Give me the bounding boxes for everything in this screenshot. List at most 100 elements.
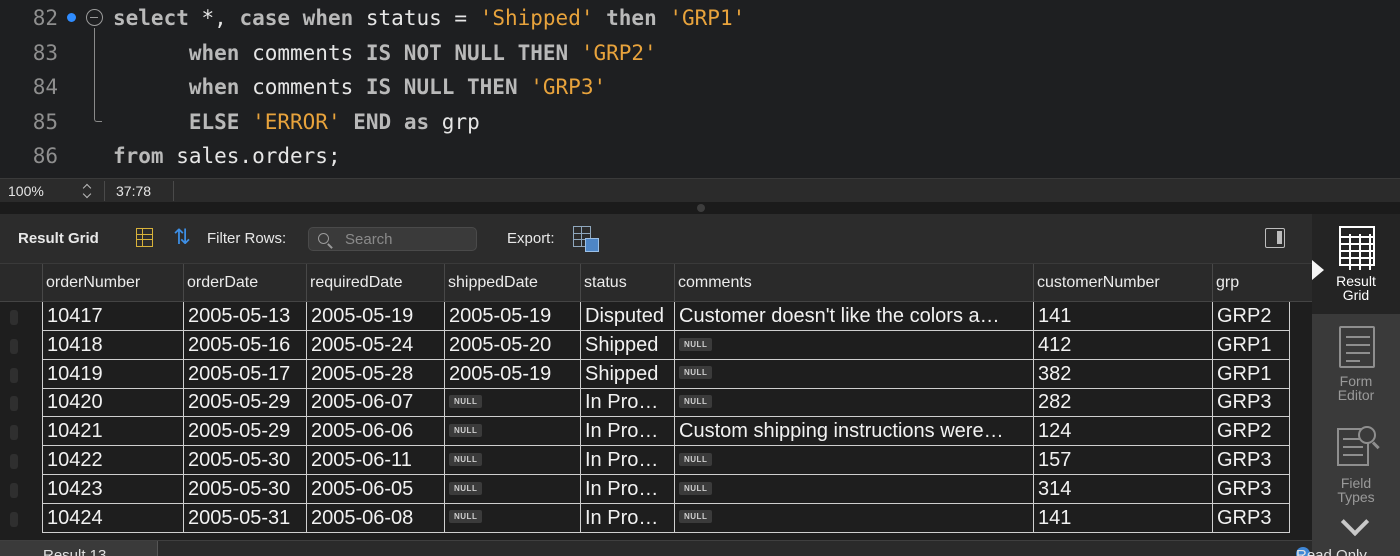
filter-search-box[interactable]: [308, 227, 477, 251]
table-row[interactable]: 10421 2005-05-29 2005-06-06 NULL In Pro… Cust…: [0, 417, 1312, 447]
cell-requiredDate[interactable]: 2005-05-28: [306, 359, 444, 389]
row-selector[interactable]: [10, 310, 18, 325]
cell-status[interactable]: In Pro…: [580, 388, 674, 418]
cell-status[interactable]: Shipped: [580, 359, 674, 389]
cell-shippedDate[interactable]: NULL: [444, 503, 580, 533]
cell-grp[interactable]: GRP2: [1212, 417, 1290, 447]
cell-comments[interactable]: NULL: [674, 359, 1033, 389]
code-line[interactable]: 86 from sales.orders;: [0, 139, 1400, 173]
cell-shippedDate[interactable]: NULL: [444, 446, 580, 475]
cell-customerNumber[interactable]: 412: [1033, 330, 1212, 360]
export-icon[interactable]: [573, 226, 599, 252]
cell-customerNumber[interactable]: 141: [1033, 503, 1212, 533]
filter-search-input[interactable]: [345, 230, 473, 248]
cell-orderDate[interactable]: 2005-05-29: [183, 417, 306, 447]
cell-grp[interactable]: GRP3: [1212, 474, 1290, 504]
cell-comments[interactable]: Custom shipping instructions were…: [674, 417, 1033, 447]
cell-customerNumber[interactable]: 382: [1033, 359, 1212, 389]
cell-grp[interactable]: GRP3: [1212, 503, 1290, 533]
result-tab[interactable]: Result 13: [0, 541, 158, 556]
cell-status[interactable]: Disputed: [580, 302, 674, 331]
cell-orderDate[interactable]: 2005-05-30: [183, 474, 306, 504]
cell-grp[interactable]: GRP1: [1212, 359, 1290, 389]
row-selector[interactable]: [10, 396, 18, 412]
sql-editor[interactable]: 82 select *, case when status = 'Shipped'…: [0, 0, 1400, 178]
cell-comments[interactable]: NULL: [674, 503, 1033, 533]
cell-customerNumber[interactable]: 314: [1033, 474, 1212, 504]
cell-status[interactable]: In Pro…: [580, 503, 674, 533]
zoom-stepper-icon[interactable]: [82, 182, 94, 200]
row-selector[interactable]: [10, 338, 18, 354]
cell-orderNumber[interactable]: 10422: [42, 446, 183, 475]
cell-customerNumber[interactable]: 141: [1033, 302, 1212, 331]
cell-orderDate[interactable]: 2005-05-16: [183, 330, 306, 360]
cell-orderDate[interactable]: 2005-05-30: [183, 446, 306, 475]
cell-requiredDate[interactable]: 2005-06-08: [306, 503, 444, 533]
result-grid-view-button[interactable]: Result Grid: [1312, 214, 1400, 314]
cell-shippedDate[interactable]: 2005-05-19: [444, 359, 580, 389]
cell-orderNumber[interactable]: 10418: [42, 330, 183, 360]
column-header-grp[interactable]: grp: [1212, 264, 1312, 302]
cell-requiredDate[interactable]: 2005-06-11: [306, 446, 444, 475]
row-selector[interactable]: [10, 482, 18, 498]
table-row[interactable]: 10417 2005-05-13 2005-05-19 2005-05-19 Dispu…: [0, 302, 1312, 331]
cell-comments[interactable]: NULL: [674, 474, 1033, 504]
result-grid[interactable]: orderNumber orderDate requiredDate shippedD…: [0, 264, 1312, 540]
cell-orderNumber[interactable]: 10424: [42, 503, 183, 533]
cell-grp[interactable]: GRP2: [1212, 302, 1290, 331]
cell-orderNumber[interactable]: 10420: [42, 388, 183, 418]
zoom-level[interactable]: 100%: [8, 183, 44, 199]
cell-requiredDate[interactable]: 2005-06-06: [306, 417, 444, 447]
cell-requiredDate[interactable]: 2005-06-05: [306, 474, 444, 504]
refresh-icon[interactable]: ⇅: [170, 226, 194, 250]
table-row[interactable]: 10420 2005-05-29 2005-06-07 NULL In Pro… NULL…: [0, 388, 1312, 418]
cell-comments[interactable]: Customer doesn't like the colors a…: [674, 302, 1033, 331]
grid-layout-icon[interactable]: [136, 228, 153, 247]
cell-status[interactable]: In Pro…: [580, 474, 674, 504]
cell-comments[interactable]: NULL: [674, 446, 1033, 475]
cell-shippedDate[interactable]: NULL: [444, 474, 580, 504]
cell-comments[interactable]: NULL: [674, 330, 1033, 360]
cell-orderDate[interactable]: 2005-05-13: [183, 302, 306, 331]
table-row[interactable]: 10422 2005-05-30 2005-06-11 NULL In Pro… NULL…: [0, 446, 1312, 475]
column-header-orderNumber[interactable]: orderNumber: [42, 264, 183, 302]
cell-comments[interactable]: NULL: [674, 388, 1033, 418]
cell-grp[interactable]: GRP3: [1212, 446, 1290, 475]
cell-requiredDate[interactable]: 2005-05-24: [306, 330, 444, 360]
cell-status[interactable]: In Pro…: [580, 446, 674, 475]
toggle-side-panel-icon[interactable]: [1265, 228, 1285, 248]
cell-customerNumber[interactable]: 282: [1033, 388, 1212, 418]
cell-orderNumber[interactable]: 10419: [42, 359, 183, 389]
cell-status[interactable]: In Pro…: [580, 417, 674, 447]
code-line[interactable]: 84 when comments IS NULL THEN 'GRP3': [0, 70, 1400, 104]
cell-shippedDate[interactable]: 2005-05-19: [444, 302, 580, 331]
column-header-comments[interactable]: comments: [674, 264, 1033, 302]
cell-grp[interactable]: GRP1: [1212, 330, 1290, 360]
cell-orderNumber[interactable]: 10417: [42, 302, 183, 331]
column-header-customerNumber[interactable]: customerNumber: [1033, 264, 1212, 302]
cell-requiredDate[interactable]: 2005-06-07: [306, 388, 444, 418]
row-selector[interactable]: [10, 425, 18, 441]
cell-grp[interactable]: GRP3: [1212, 388, 1290, 418]
cell-requiredDate[interactable]: 2005-05-19: [306, 302, 444, 331]
row-selector[interactable]: [10, 454, 18, 469]
row-selector[interactable]: [10, 367, 18, 383]
table-row[interactable]: 10423 2005-05-30 2005-06-05 NULL In Pro… NULL…: [0, 474, 1312, 504]
cell-customerNumber[interactable]: 157: [1033, 446, 1212, 475]
cell-shippedDate[interactable]: NULL: [444, 388, 580, 418]
cell-shippedDate[interactable]: 2005-05-20: [444, 330, 580, 360]
column-header-requiredDate[interactable]: requiredDate: [306, 264, 444, 302]
table-row[interactable]: 10419 2005-05-17 2005-05-28 2005-05-19 Shipp…: [0, 359, 1312, 389]
cell-orderNumber[interactable]: 10423: [42, 474, 183, 504]
cell-status[interactable]: Shipped: [580, 330, 674, 360]
panel-splitter[interactable]: [0, 202, 1400, 214]
code-line[interactable]: 85 ELSE 'ERROR' END as grp: [0, 105, 1400, 139]
splitter-handle-icon[interactable]: [697, 204, 705, 212]
column-header-orderDate[interactable]: orderDate: [183, 264, 306, 302]
cell-orderDate[interactable]: 2005-05-29: [183, 388, 306, 418]
column-header-status[interactable]: status: [580, 264, 674, 302]
form-editor-view-button[interactable]: Form Editor: [1312, 314, 1400, 418]
cell-orderDate[interactable]: 2005-05-17: [183, 359, 306, 389]
cell-orderNumber[interactable]: 10421: [42, 417, 183, 447]
cell-customerNumber[interactable]: 124: [1033, 417, 1212, 447]
